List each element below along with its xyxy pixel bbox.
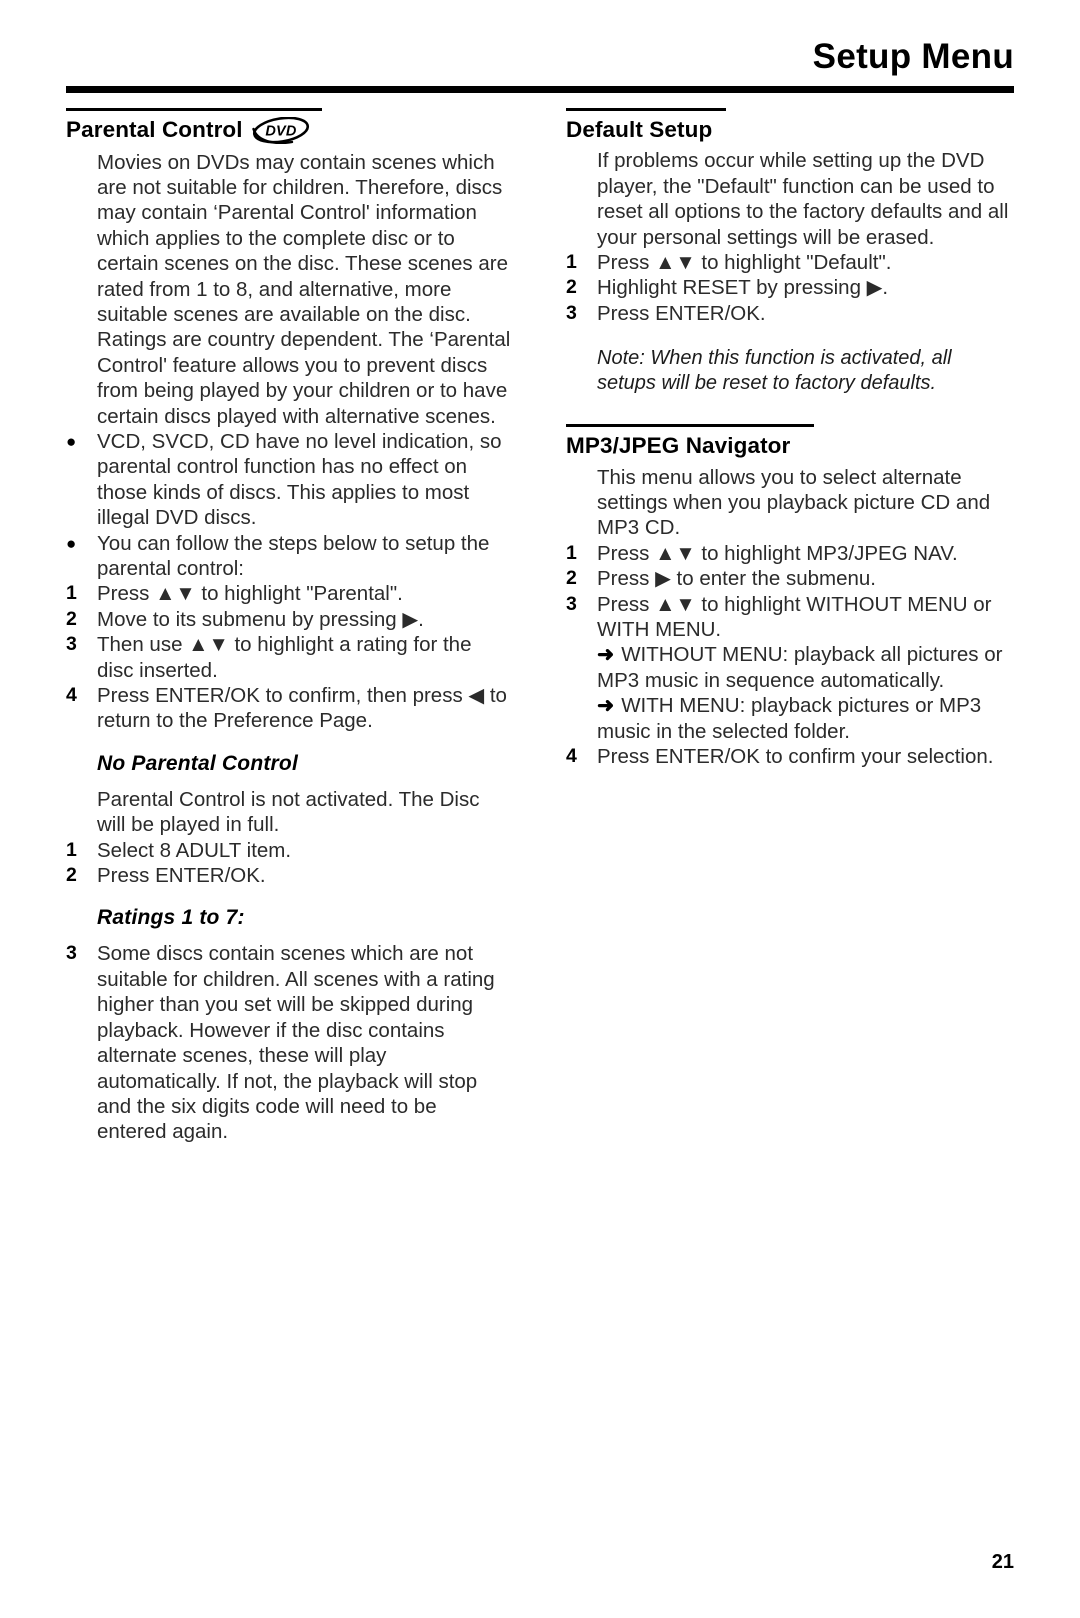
section-rule [566, 108, 726, 111]
parental-control-intro: Movies on DVDs may contain scenes which … [97, 150, 511, 428]
step-number: 4 [566, 745, 577, 768]
step-text: Press ▲▼ to highlight "Parental". [97, 582, 403, 606]
section-heading-mp3-jpeg-navigator: MP3/JPEG Navigator [566, 433, 1011, 459]
subheading-ratings: Ratings 1 to 7: [97, 906, 245, 930]
section-mp3-jpeg-navigator: MP3/JPEG Navigator This menu allows you … [566, 424, 1011, 769]
list-item: 1 Press ▲▼ to highlight MP3/JPEG NAV. [566, 541, 1011, 566]
step-number: 3 [66, 633, 77, 656]
list-item: 1 Press ▲▼ to highlight "Parental". [66, 581, 511, 606]
step-number: 2 [566, 276, 577, 299]
section-heading-label: MP3/JPEG Navigator [566, 432, 791, 458]
list-item: 2 Press ENTER/OK. [66, 863, 511, 888]
section-heading-parental-control: Parental Control DVD [66, 116, 511, 144]
list-item: ● You can follow the steps below to setu… [66, 531, 511, 582]
arrow-item-text: WITH MENU: playback pictures or MP3 musi… [597, 694, 982, 743]
step-number: 3 [566, 301, 577, 324]
step-text: Press ▲▼ to highlight "Default". [597, 251, 892, 274]
step-text: Press ENTER/OK. [97, 864, 266, 888]
list-item: 4 Press ENTER/OK to confirm, then press … [66, 683, 511, 734]
step-text: Press ▲▼ to highlight MP3/JPEG NAV. [597, 541, 958, 565]
step-number: 3 [66, 942, 77, 965]
section-rule [566, 424, 814, 427]
step-number: 4 [66, 684, 77, 707]
list-item: 3 Then use ▲▼ to highlight a rating for … [66, 632, 511, 683]
arrow-item: ➜ WITHOUT MENU: playback all pictures or … [597, 642, 1011, 693]
step-number: 1 [66, 838, 77, 861]
bullet-marker: ● [66, 431, 77, 451]
step-text: Select 8 ADULT item. [97, 838, 292, 862]
step-text: Move to its submenu by pressing ▶. [97, 607, 424, 631]
step-number: 2 [66, 864, 77, 887]
section-heading-label: Parental Control [66, 117, 243, 143]
step-number: 1 [66, 582, 77, 605]
step-number: 2 [566, 567, 577, 590]
list-item: 2 Move to its submenu by pressing ▶. [66, 607, 511, 632]
list-item: ● VCD, SVCD, CD have no level indication… [66, 429, 511, 531]
mp3-navigator-intro: This menu allows you to select alternate… [597, 465, 991, 540]
svg-text:DVD: DVD [265, 123, 297, 139]
right-column: Default Setup If problems occur while se… [566, 108, 1011, 769]
step-number: 1 [566, 251, 577, 273]
list-item: 4 Press ENTER/OK to confirm your selecti… [566, 744, 1011, 769]
step-number: 2 [66, 607, 77, 630]
step-text: Some discs contain scenes which are not … [97, 942, 495, 1144]
header-divider [66, 86, 1014, 93]
arrow-item: ➜ WITH MENU: playback pictures or MP3 mus… [597, 693, 1011, 744]
section-heading-default-setup: Default Setup [566, 117, 1011, 143]
step-number: 3 [566, 592, 577, 615]
left-column: Parental Control DVD Movies on DVDs may … [66, 108, 511, 1145]
step-text: Then use ▲▼ to highlight a rating for th… [97, 633, 472, 682]
section-parental-control: Parental Control DVD Movies on DVDs may … [66, 108, 511, 734]
default-setup-intro: If problems occur while setting up the D… [597, 149, 1009, 249]
list-item: 1 Press ▲▼ to highlight "Default". [566, 250, 1011, 275]
list-item: 3 Some discs contain scenes which are no… [66, 941, 511, 1144]
list-item: 1 Select 8 ADULT item. [66, 838, 511, 863]
list-item-text: You can follow the steps below to setup … [97, 531, 490, 580]
default-setup-note: Note: When this function is activated, a… [597, 347, 952, 395]
page-number: 21 [991, 1551, 1014, 1573]
page-title: Setup Menu [812, 37, 1014, 76]
list-item: 2 Press ▶ to enter the submenu. [566, 566, 1011, 591]
arrow-icon: ➜ [597, 694, 615, 718]
section-heading-label: Default Setup [566, 116, 713, 142]
dvd-logo-icon: DVD [251, 116, 314, 144]
step-text: Press ENTER/OK to confirm, then press ◀ … [97, 684, 507, 733]
list-item-text: VCD, SVCD, CD have no level indication, … [97, 429, 502, 530]
step-number: 1 [566, 541, 577, 564]
step-text: Highlight RESET by pressing ▶. [597, 276, 889, 300]
manual-page: Setup Menu Parental Control DVD Movies o… [0, 0, 1080, 1618]
step-text: Press ▲▼ to highlight WITHOUT MENU or WI… [597, 592, 992, 642]
step-text: Press ENTER/OK. [597, 301, 766, 325]
arrow-icon: ➜ [597, 643, 615, 667]
list-item: 3 Press ENTER/OK. [566, 301, 1011, 326]
step-text: Press ENTER/OK to confirm your selection… [597, 745, 994, 769]
list-item: 3 Press ▲▼ to highlight WITHOUT MENU or … [566, 592, 1011, 643]
no-parental-control-text: Parental Control is not activated. The D… [97, 787, 480, 837]
bullet-marker: ● [66, 533, 77, 553]
subheading-no-parental-control: No Parental Control [97, 751, 298, 775]
step-text: Press ▶ to enter the submenu. [597, 567, 876, 591]
list-item: 2 Highlight RESET by pressing ▶. [566, 275, 1011, 300]
arrow-item-text: WITHOUT MENU: playback all pictures or M… [597, 643, 1003, 692]
section-rule [66, 108, 322, 111]
section-default-setup: Default Setup If problems occur while se… [566, 108, 1011, 396]
